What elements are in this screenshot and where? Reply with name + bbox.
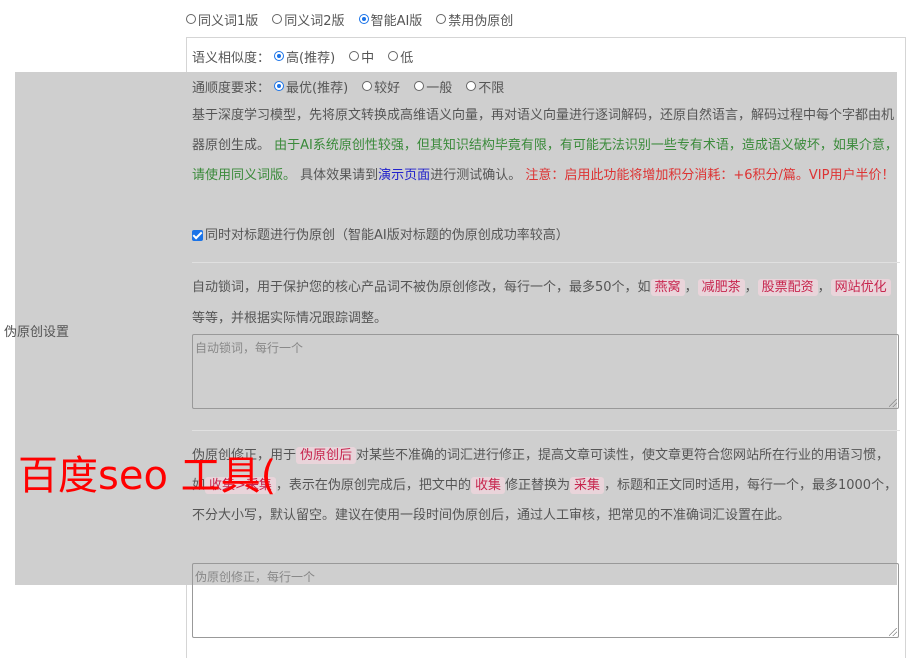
title-checkbox-row[interactable]: 同时对标题进行伪原创（智能AI版对标题的伪原创成功率较高） (192, 227, 569, 245)
example-tag: 伪原创后 (296, 447, 357, 464)
section-label: 伪原创设置 (4, 325, 70, 340)
fluency-option-good[interactable]: 较好 (362, 77, 400, 96)
mode-option-disable[interactable]: 禁用伪原创 (436, 10, 513, 29)
checkbox-checked-icon[interactable] (192, 230, 203, 241)
radio-icon[interactable] (414, 81, 425, 91)
radio-icon[interactable] (362, 81, 373, 91)
cost-notice: 注意：启用此功能将增加积分消耗：+6积分/篇。VIP用户半价！ (525, 168, 895, 183)
fluency-option-any[interactable]: 不限 (466, 77, 504, 96)
demo-page-link[interactable]: 演示页面 (378, 168, 430, 183)
radio-icon[interactable] (272, 14, 283, 24)
example-tag: 燕窝 (650, 279, 685, 296)
radio-icon[interactable] (436, 14, 447, 24)
resize-grip-icon[interactable] (889, 628, 897, 636)
radio-checked-icon[interactable] (358, 14, 369, 24)
lock-words-placeholder: 自动锁词，每行一个 (195, 341, 304, 355)
correction-textarea[interactable]: 伪原创修正，每行一个 (192, 563, 899, 638)
fluency-label: 通顺度要求： (192, 80, 271, 96)
fluency-option-best[interactable]: 最优(推荐) (274, 77, 348, 96)
similarity-option-low[interactable]: 低 (388, 47, 413, 66)
mode-option-synonym2[interactable]: 同义词2版 (272, 10, 345, 29)
similarity-row: 语义相似度： 高(推荐) 中 低 (192, 47, 427, 66)
radio-icon[interactable] (388, 51, 399, 61)
lock-words-description: 自动锁词，用于保护您的核心产品词不被伪原创修改，每行一个，最多50个，如 燕窝，减… (192, 272, 900, 334)
radio-icon[interactable] (349, 51, 360, 61)
example-tag: 采集 (569, 477, 604, 494)
lock-words-textarea[interactable]: 自动锁词，每行一个 (192, 334, 899, 409)
divider (192, 430, 900, 431)
fluency-row: 通顺度要求： 最优(推荐) 较好 一般 不限 (192, 77, 518, 96)
example-tag: 收集 (470, 477, 505, 494)
radio-checked-icon[interactable] (274, 51, 285, 61)
example-tag: 网站优化 (830, 279, 891, 296)
resize-grip-icon[interactable] (889, 399, 897, 407)
correction-placeholder: 伪原创修正，每行一个 (195, 570, 316, 584)
example-tag: 股票配资 (757, 279, 818, 296)
ai-description: 基于深度学习模型，先将原文转换成高维语义向量，再对语义向量进行逐词解码，还原自然… (192, 108, 898, 183)
divider (192, 262, 900, 263)
radio-checked-icon[interactable] (274, 81, 285, 91)
mode-radio-group: 同义词1版 同义词2版 智能AI版 禁用伪原创 (186, 10, 527, 29)
radio-icon[interactable] (186, 14, 196, 24)
watermark-text: 百度seo 工具( (18, 453, 277, 499)
radio-icon[interactable] (466, 81, 477, 91)
mode-option-ai[interactable]: 智能AI版 (358, 10, 422, 29)
example-tag: 减肥茶 (697, 279, 745, 296)
fluency-option-normal[interactable]: 一般 (414, 77, 452, 96)
correction-description: 伪原创修正，用于 伪原创后 对某些不准确的词汇进行修正，提高文章可读性，使文章更符合… (192, 447, 898, 523)
similarity-option-high[interactable]: 高(推荐) (274, 47, 335, 66)
similarity-option-mid[interactable]: 中 (349, 47, 374, 66)
mode-option-synonym1[interactable]: 同义词1版 (186, 10, 258, 29)
similarity-label: 语义相似度： (192, 50, 271, 66)
